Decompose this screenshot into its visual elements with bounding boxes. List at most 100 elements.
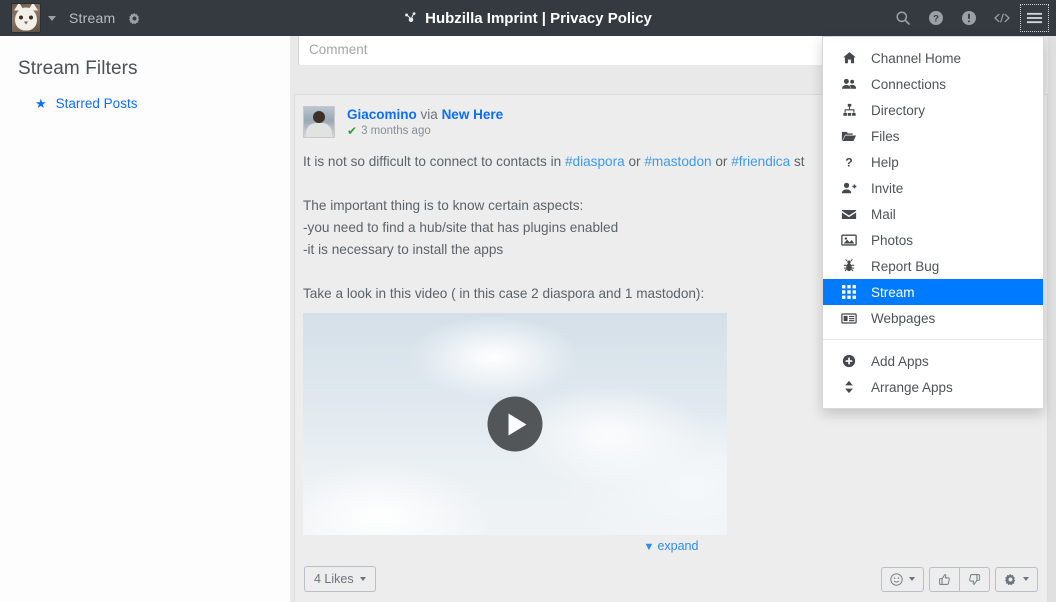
folder-open-icon [839, 129, 859, 143]
help-icon[interactable]: ? [920, 3, 951, 33]
menu-item-label: Connections [871, 76, 947, 92]
sidebar-item-starred-posts[interactable]: ★ Starred Posts [18, 96, 272, 111]
hashtag-friendica[interactable]: #friendica [731, 154, 790, 169]
caret-down-icon [909, 577, 915, 581]
post-meta: Giacomino via New Here ✔ 3 months ago [347, 106, 503, 138]
svg-text:?: ? [933, 14, 939, 25]
post-sep-1: or [624, 154, 645, 169]
hashtag-diaspora[interactable]: #diaspora [565, 154, 625, 169]
chevron-down-icon: ▼ [643, 541, 655, 553]
menu-item-label: Invite [871, 180, 904, 196]
menu-divider [823, 339, 1043, 340]
post-author-link[interactable]: Giacomino [347, 107, 417, 122]
like-button[interactable] [929, 566, 960, 592]
sort-icon [839, 380, 859, 394]
post-footer: 4 Likes [295, 566, 1047, 592]
gear-icon [1004, 573, 1016, 585]
thumbs-down-icon [969, 573, 980, 585]
menu-item-label: Photos [871, 232, 914, 248]
envelope-icon [839, 208, 859, 221]
menu-item-label: Add Apps [871, 353, 929, 369]
menu-item-stream[interactable]: Stream [823, 279, 1043, 305]
sidebar-heading: Stream Filters [18, 58, 138, 79]
menu-item-label: Arrange Apps [871, 379, 953, 395]
menu-item-label: Files [871, 128, 900, 144]
menu-item-arrange-apps[interactable]: Arrange Apps [823, 374, 1043, 400]
caret-down-icon [1023, 577, 1029, 581]
navbar-left: Stream [0, 3, 141, 33]
play-icon[interactable] [487, 396, 543, 452]
grid-icon [839, 285, 859, 299]
post-author-avatar[interactable] [303, 106, 335, 138]
post-line1-pre: It is not so difficult to connect to con… [303, 154, 565, 169]
info-icon[interactable] [953, 3, 984, 33]
star-icon: ★ [35, 96, 47, 111]
menu-item-help[interactable]: ? Help [823, 149, 1043, 175]
caret-down-icon [359, 577, 366, 581]
menu-item-label: Directory [871, 102, 926, 118]
svg-text:?: ? [845, 155, 852, 169]
sitemap-icon [839, 103, 859, 117]
navbar-channel-label[interactable]: Stream [69, 10, 115, 26]
menu-item-label: Webpages [871, 310, 936, 326]
navbar-right: ? [887, 0, 1050, 36]
users-icon [839, 77, 859, 91]
menu-item-channel-home[interactable]: Channel Home [823, 45, 1043, 71]
menu-item-directory[interactable]: Directory [823, 97, 1043, 123]
menu-item-mail[interactable]: Mail [823, 201, 1043, 227]
video-thumbnail[interactable] [303, 313, 727, 535]
gear-icon[interactable] [128, 12, 141, 25]
hashtag-mastodon[interactable]: #mastodon [644, 154, 711, 169]
menu-item-label: Channel Home [871, 50, 962, 66]
post-sep-2: or [711, 154, 732, 169]
question-icon: ? [839, 155, 859, 169]
likes-label: 4 Likes [314, 572, 354, 586]
menu-item-label: Report Bug [871, 258, 940, 274]
post-line1-post: st [790, 154, 805, 169]
emoji-button[interactable] [881, 566, 924, 592]
menu-item-connections[interactable]: Connections [823, 71, 1043, 97]
menu-item-photos[interactable]: Photos [823, 227, 1043, 253]
check-icon: ✔ [347, 124, 358, 138]
post-channel-link[interactable]: New Here [442, 107, 504, 122]
search-icon[interactable] [887, 3, 918, 33]
menu-item-files[interactable]: Files [823, 123, 1043, 149]
plus-circle-icon [839, 354, 859, 368]
menu-item-label: Mail [871, 206, 896, 222]
sidebar-item-label: Starred Posts [55, 96, 138, 111]
photo-icon [839, 233, 859, 247]
post-actions [881, 566, 1038, 592]
menu-item-invite[interactable]: Invite [823, 175, 1043, 201]
post-via-label: via [420, 107, 438, 122]
likes-button[interactable]: 4 Likes [304, 566, 376, 592]
post-timestamp: 3 months ago [361, 125, 431, 137]
like-dislike-group [929, 566, 990, 592]
navbar: Stream Hubzilla Imprint | Privacy Policy [0, 0, 1056, 36]
hamburger-menu-icon[interactable] [1019, 3, 1050, 33]
channel-menu-caret-icon[interactable] [48, 15, 56, 21]
post-timestamp-row: ✔ 3 months ago [347, 125, 503, 137]
menu-item-label: Help [871, 154, 899, 170]
hubzilla-icon [404, 11, 418, 25]
page-title-text: Hubzilla Imprint | Privacy Policy [425, 9, 652, 27]
bug-icon [839, 259, 859, 273]
expand-label: expand [657, 539, 699, 553]
user-plus-icon [839, 181, 859, 195]
code-icon[interactable] [986, 3, 1017, 33]
thumbs-up-icon [939, 573, 950, 585]
expand-link[interactable]: ▼ expand [644, 539, 699, 553]
page-scrollbar[interactable] [1048, 36, 1056, 602]
post-settings-button[interactable] [995, 566, 1038, 592]
webpage-icon [839, 312, 859, 325]
smiley-icon [890, 572, 903, 586]
menu-item-report-bug[interactable]: Report Bug [823, 253, 1043, 279]
menu-item-add-apps[interactable]: Add Apps [823, 348, 1043, 374]
dislike-button[interactable] [959, 566, 990, 592]
sidebar: Stream Filters ★ Starred Posts [0, 36, 290, 602]
post-author-line: Giacomino via New Here [347, 107, 503, 122]
cat-avatar[interactable] [11, 3, 41, 33]
menu-item-label: Stream [871, 284, 915, 300]
menu-item-webpages[interactable]: Webpages [823, 305, 1043, 331]
home-icon [839, 51, 859, 65]
expand-row: ▼ expand [295, 539, 1047, 553]
